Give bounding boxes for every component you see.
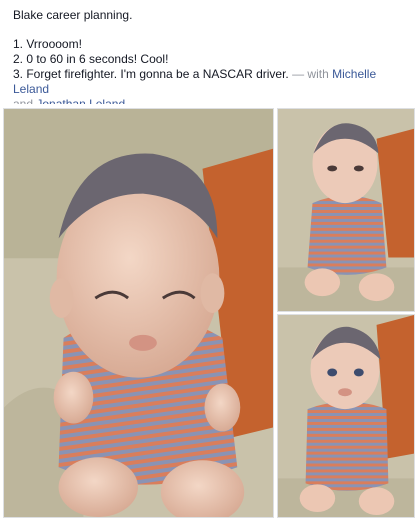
list-item-3-line: 3. Forget firefighter. I'm gonna be a NA… xyxy=(13,67,408,97)
with-prefix: — with xyxy=(288,67,333,81)
photo-grid xyxy=(0,104,417,518)
baby-photo-icon xyxy=(278,109,414,311)
photo-bottom-right[interactable] xyxy=(277,314,415,518)
facebook-post: Blake career planning. 1. Vrroooom! 2. 0… xyxy=(0,0,417,518)
photo-top-right[interactable] xyxy=(277,108,415,312)
list-item-2: 2. 0 to 60 in 6 seconds! Cool! xyxy=(13,52,169,66)
photo-main[interactable] xyxy=(3,108,274,518)
list-item-1: 1. Vrroooom! xyxy=(13,37,82,51)
list-item-3: 3. Forget firefighter. I'm gonna be a NA… xyxy=(13,67,289,81)
post-text: Blake career planning. 1. Vrroooom! 2. 0… xyxy=(13,8,408,112)
baby-photo-icon xyxy=(278,315,414,517)
baby-photo-icon xyxy=(4,109,273,517)
post-title: Blake career planning. xyxy=(13,8,133,22)
